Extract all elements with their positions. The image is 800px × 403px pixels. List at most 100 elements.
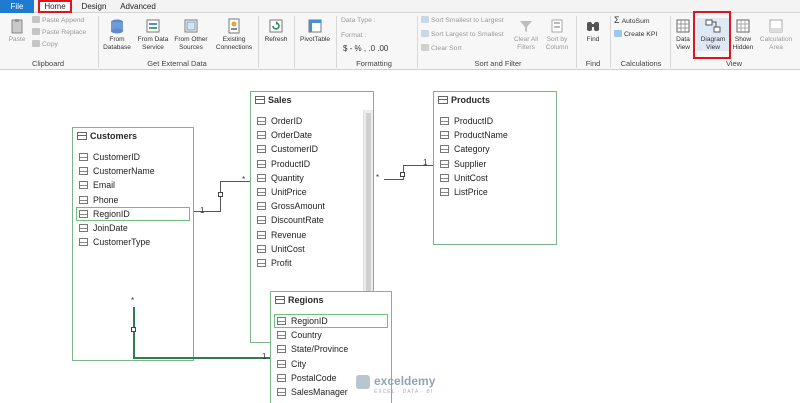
table-title: Regions xyxy=(288,295,324,305)
create-kpi-button[interactable]: Create KPI xyxy=(614,30,657,39)
field-listprice[interactable]: ListPrice xyxy=(434,185,556,199)
data-view-button[interactable]: Data View xyxy=(672,18,694,51)
watermark: exceldemy EXCEL · DATA · BI xyxy=(356,372,476,400)
pivottable-label: PivotTable xyxy=(300,36,330,43)
field-label: OrderID xyxy=(271,116,303,126)
field-unitcost[interactable]: UnitCost xyxy=(434,171,556,185)
from-other-sources-label: From Other Sources xyxy=(174,36,208,51)
field-label: SalesManager xyxy=(291,386,348,397)
tab-home[interactable]: Home xyxy=(38,0,72,13)
field-category[interactable]: Category xyxy=(434,142,556,156)
field-label: ProductID xyxy=(454,116,494,126)
relationship-line xyxy=(194,211,221,212)
field-unitcost[interactable]: UnitCost xyxy=(251,242,363,256)
refresh-button[interactable]: Refresh xyxy=(260,18,292,44)
group-label-formatting: Formatting xyxy=(356,59,392,68)
cardinality-many: * xyxy=(131,296,135,305)
field-phone[interactable]: Phone xyxy=(73,193,193,207)
field-productname[interactable]: ProductName xyxy=(434,128,556,142)
column-icon xyxy=(257,117,266,125)
field-customerid[interactable]: CustomerID xyxy=(73,150,193,164)
number-format-buttons[interactable]: $ - % , .0 .00 xyxy=(343,44,388,53)
table-header[interactable]: Customers xyxy=(73,128,193,145)
clear-all-filters-button[interactable]: Clear All Filters xyxy=(510,18,542,51)
table-header[interactable]: Products xyxy=(434,92,556,109)
sort-by-column-button[interactable]: Sort by Column xyxy=(542,18,572,51)
data-type-field[interactable]: Data Type : xyxy=(341,16,376,25)
paste-replace-label: Paste Replace xyxy=(42,29,87,36)
sort-ascending-button[interactable]: Sort Smallest to Largest xyxy=(421,16,504,25)
from-database-button[interactable]: From Database xyxy=(100,18,134,51)
field-regionid[interactable]: RegionID xyxy=(274,314,388,329)
field-state-province[interactable]: State/Province xyxy=(271,342,391,356)
column-icon xyxy=(277,359,286,368)
pivottable-button[interactable]: PivotTable xyxy=(296,18,334,44)
column-icon xyxy=(79,167,88,176)
paste-replace-button[interactable]: Paste Replace xyxy=(32,28,86,37)
field-country[interactable]: Country xyxy=(271,328,391,342)
cardinality-many: * xyxy=(376,173,380,182)
find-button[interactable]: Find xyxy=(580,18,606,44)
field-customerid[interactable]: CustomerID xyxy=(251,142,363,156)
column-icon xyxy=(277,331,286,340)
field-email[interactable]: Email xyxy=(73,178,193,192)
field-customertype[interactable]: CustomerType xyxy=(73,235,193,249)
field-unitprice[interactable]: UnitPrice xyxy=(251,185,363,199)
field-discountrate[interactable]: DiscountRate xyxy=(251,213,363,227)
tab-file[interactable]: File xyxy=(0,0,34,13)
table-products[interactable]: Products ProductID ProductName Category … xyxy=(433,91,557,245)
field-productid[interactable]: ProductID xyxy=(251,157,363,171)
group-label-view: View xyxy=(725,59,743,68)
group-label-clipboard: Clipboard xyxy=(31,59,65,68)
copy-button[interactable]: Copy xyxy=(32,40,58,49)
from-database-label: From Database xyxy=(103,36,131,51)
field-quantity[interactable]: Quantity xyxy=(251,171,363,185)
field-profit[interactable]: Profit xyxy=(251,256,363,270)
sort-descending-button[interactable]: Sort Largest to Smallest xyxy=(421,30,504,39)
tab-advanced[interactable]: Advanced xyxy=(116,0,160,13)
watermark-tagline: EXCEL · DATA · BI xyxy=(374,389,434,395)
field-label: JoinDate xyxy=(93,222,128,233)
from-data-service-button[interactable]: From Data Service xyxy=(136,18,170,51)
field-city[interactable]: City xyxy=(271,357,391,371)
field-label: Quantity xyxy=(271,172,304,183)
field-label: ProductName xyxy=(454,130,508,141)
paste-append-icon xyxy=(32,16,40,23)
tab-design[interactable]: Design xyxy=(78,0,110,13)
paste-append-button[interactable]: Paste Append xyxy=(32,16,84,25)
pivottable-icon xyxy=(308,19,322,33)
table-icon xyxy=(438,96,448,104)
relationship-handle[interactable] xyxy=(400,172,405,177)
group-label-find: Find xyxy=(585,59,601,68)
show-hidden-button[interactable]: Show Hidden xyxy=(731,18,755,51)
table-header[interactable]: Regions xyxy=(271,292,391,309)
field-revenue[interactable]: Revenue xyxy=(251,228,363,242)
diagram-canvas[interactable]: Customers CustomerID CustomerName Email … xyxy=(0,71,800,403)
column-icon xyxy=(277,373,286,382)
relationship-handle[interactable] xyxy=(131,327,136,332)
paste-replace-icon xyxy=(32,28,40,35)
calculation-area-button[interactable]: Calculation Area xyxy=(756,18,796,51)
existing-connections-button[interactable]: Existing Connections xyxy=(212,18,256,51)
relationship-handle[interactable] xyxy=(218,192,223,197)
from-other-sources-button[interactable]: From Other Sources xyxy=(172,18,210,51)
field-label: UnitPrice xyxy=(271,186,307,197)
field-grossamount[interactable]: GrossAmount xyxy=(251,199,363,213)
field-productid[interactable]: ProductID xyxy=(434,114,556,128)
field-regionid[interactable]: RegionID xyxy=(76,206,190,221)
table-header[interactable]: Sales xyxy=(251,92,373,109)
field-supplier[interactable]: Supplier xyxy=(434,157,556,171)
autosum-button[interactable]: Σ AutoSum xyxy=(614,16,650,26)
relationship-line xyxy=(133,357,270,359)
field-customername[interactable]: CustomerName xyxy=(73,164,193,178)
field-joindate[interactable]: JoinDate xyxy=(73,221,193,235)
field-label: CustomerName xyxy=(93,166,155,177)
field-orderid[interactable]: OrderID xyxy=(251,114,363,128)
format-field[interactable]: Format : xyxy=(341,31,366,40)
clear-sort-button[interactable]: Clear Sort xyxy=(421,44,462,53)
paste-button[interactable]: Paste xyxy=(4,18,30,44)
column-icon xyxy=(79,153,88,161)
field-label: CustomerID xyxy=(271,144,318,155)
field-orderdate[interactable]: OrderDate xyxy=(251,128,363,142)
field-label: OrderDate xyxy=(271,130,313,141)
